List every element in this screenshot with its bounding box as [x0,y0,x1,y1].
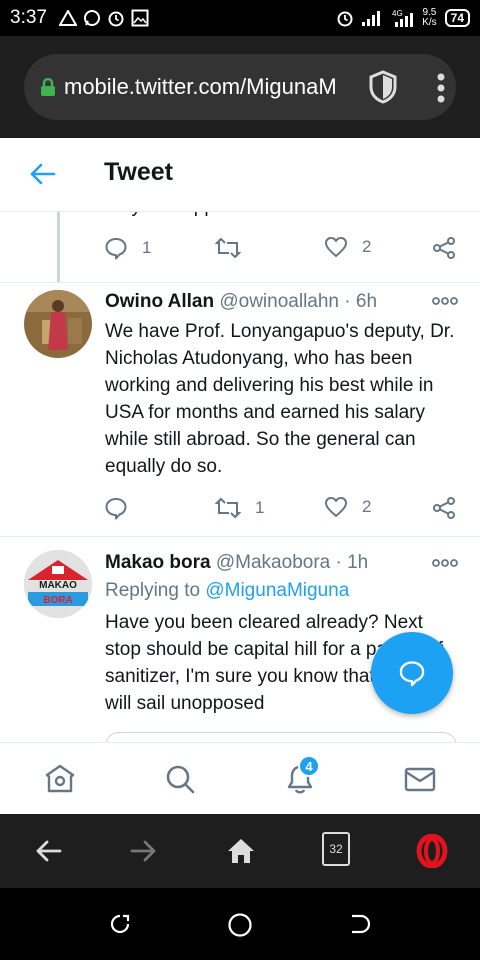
nav-search[interactable] [164,763,196,800]
divider [0,536,480,537]
tweet-header: Owino Allan @owinoallahn · 6h [105,291,378,312]
search-icon [166,765,195,794]
compose-reply-button[interactable] [371,632,453,714]
more-options-icon[interactable] [432,296,458,306]
page-header: Tweet [0,138,480,212]
avatar-image: MAKAO BORA [24,550,92,618]
display-name[interactable]: Makao bora [105,552,211,573]
more-options-icon[interactable] [432,558,458,568]
nav-home[interactable] [44,763,76,800]
heart-icon [325,237,347,257]
retweet-button[interactable] [215,236,255,260]
share-icon [433,237,455,259]
opera-menu-icon[interactable] [416,834,448,868]
retweet-button[interactable]: 1 [215,496,264,520]
recent-apps-icon[interactable] [108,912,132,936]
like-count: 2 [362,237,372,256]
retweet-count: 1 [255,498,265,517]
battery-indicator: 74 [444,9,470,27]
browser-menu-icon[interactable] [436,56,446,120]
browser-toolbar: 32 [0,814,480,888]
mail-icon [404,767,436,792]
home-button-icon[interactable] [227,912,253,938]
notification-icons [58,9,149,27]
notification-badge: 4 [298,755,320,777]
avatar-image [24,290,92,358]
nav-notifications[interactable]: 4 [284,755,320,800]
back-button-icon[interactable] [348,912,372,936]
share-button[interactable] [432,236,456,260]
username[interactable]: @Makaobora [216,552,330,573]
divider [0,282,480,283]
browser-address-bar: mobile.twitter.com/MigunaMiguna [0,36,480,138]
reply-icon [105,238,127,260]
replying-to: Replying to @MigunaMiguna [105,580,349,602]
replying-to-label: Replying to [105,580,201,601]
tweet-page: Tweet for your support #viva 1 2 [0,138,480,814]
tweet-actions: 1 2 [104,496,456,526]
avatar[interactable] [24,290,92,358]
reply-bubble-icon [399,661,425,687]
retweet-icon [215,237,241,259]
signal-4g-icon: 4G [392,9,414,27]
reply-button[interactable]: 1 [104,236,151,260]
net-speed: 9.5 K/s [422,8,436,28]
alarm-icon [108,11,124,27]
browser-forward-icon[interactable] [130,836,158,866]
heart-icon [325,497,347,517]
browser-back-icon[interactable] [34,836,62,866]
nav-messages[interactable] [404,763,436,800]
svg-text:4G: 4G [392,9,403,18]
like-button[interactable]: 2 [324,496,371,518]
status-right: 4G 9.5 K/s 74 [336,8,470,28]
whatsapp-icon [83,10,100,26]
thread-line [57,212,60,282]
alarm-status-icon [337,11,353,27]
display-name[interactable]: Owino Allan [105,291,214,312]
share-icon [433,497,455,519]
signal-icon [362,11,381,26]
avatar-text-top: MAKAO [39,580,77,591]
ad-block-shield-icon[interactable] [366,54,400,118]
drive-icon [58,10,77,26]
lock-icon [41,78,55,96]
tweet-text: We have Prof. Lonyangapuo's deputy, Dr. … [105,321,455,477]
system-navigation-bar [0,888,480,960]
reply-count: 1 [142,238,152,257]
url-text[interactable]: mobile.twitter.com/MigunaMiguna [64,74,336,100]
browser-home-icon[interactable] [226,836,256,866]
page-title: Tweet [104,158,173,186]
avatar-text-bottom: BORA [43,595,72,606]
tweet-header: Makao bora @Makaobora · 1h [105,552,369,573]
home-icon [45,764,75,793]
avatar[interactable]: MAKAO BORA [24,550,92,618]
tabs-count-button[interactable]: 32 [322,832,350,866]
tweet-time: 1h [347,552,369,573]
username[interactable]: @owinoallahn [219,291,339,312]
reply-button[interactable] [104,496,142,520]
share-button[interactable] [432,496,456,520]
status-time: 3:37 [10,7,47,28]
bottom-navigation: 4 [0,742,480,814]
back-arrow-icon[interactable] [28,162,56,186]
like-count: 2 [362,497,372,516]
image-icon [131,9,149,27]
retweet-icon [215,497,241,519]
like-button[interactable]: 2 [324,236,371,258]
status-bar: 3:37 4G 9.5 K/s 74 [0,0,480,36]
replying-to-handle[interactable]: @MigunaMiguna [205,580,349,601]
previous-tweet-actions: 1 2 [104,236,456,266]
tweet-time: 6h [355,291,378,312]
reply-icon [105,498,127,520]
net-speed-unit: K/s [422,17,437,28]
